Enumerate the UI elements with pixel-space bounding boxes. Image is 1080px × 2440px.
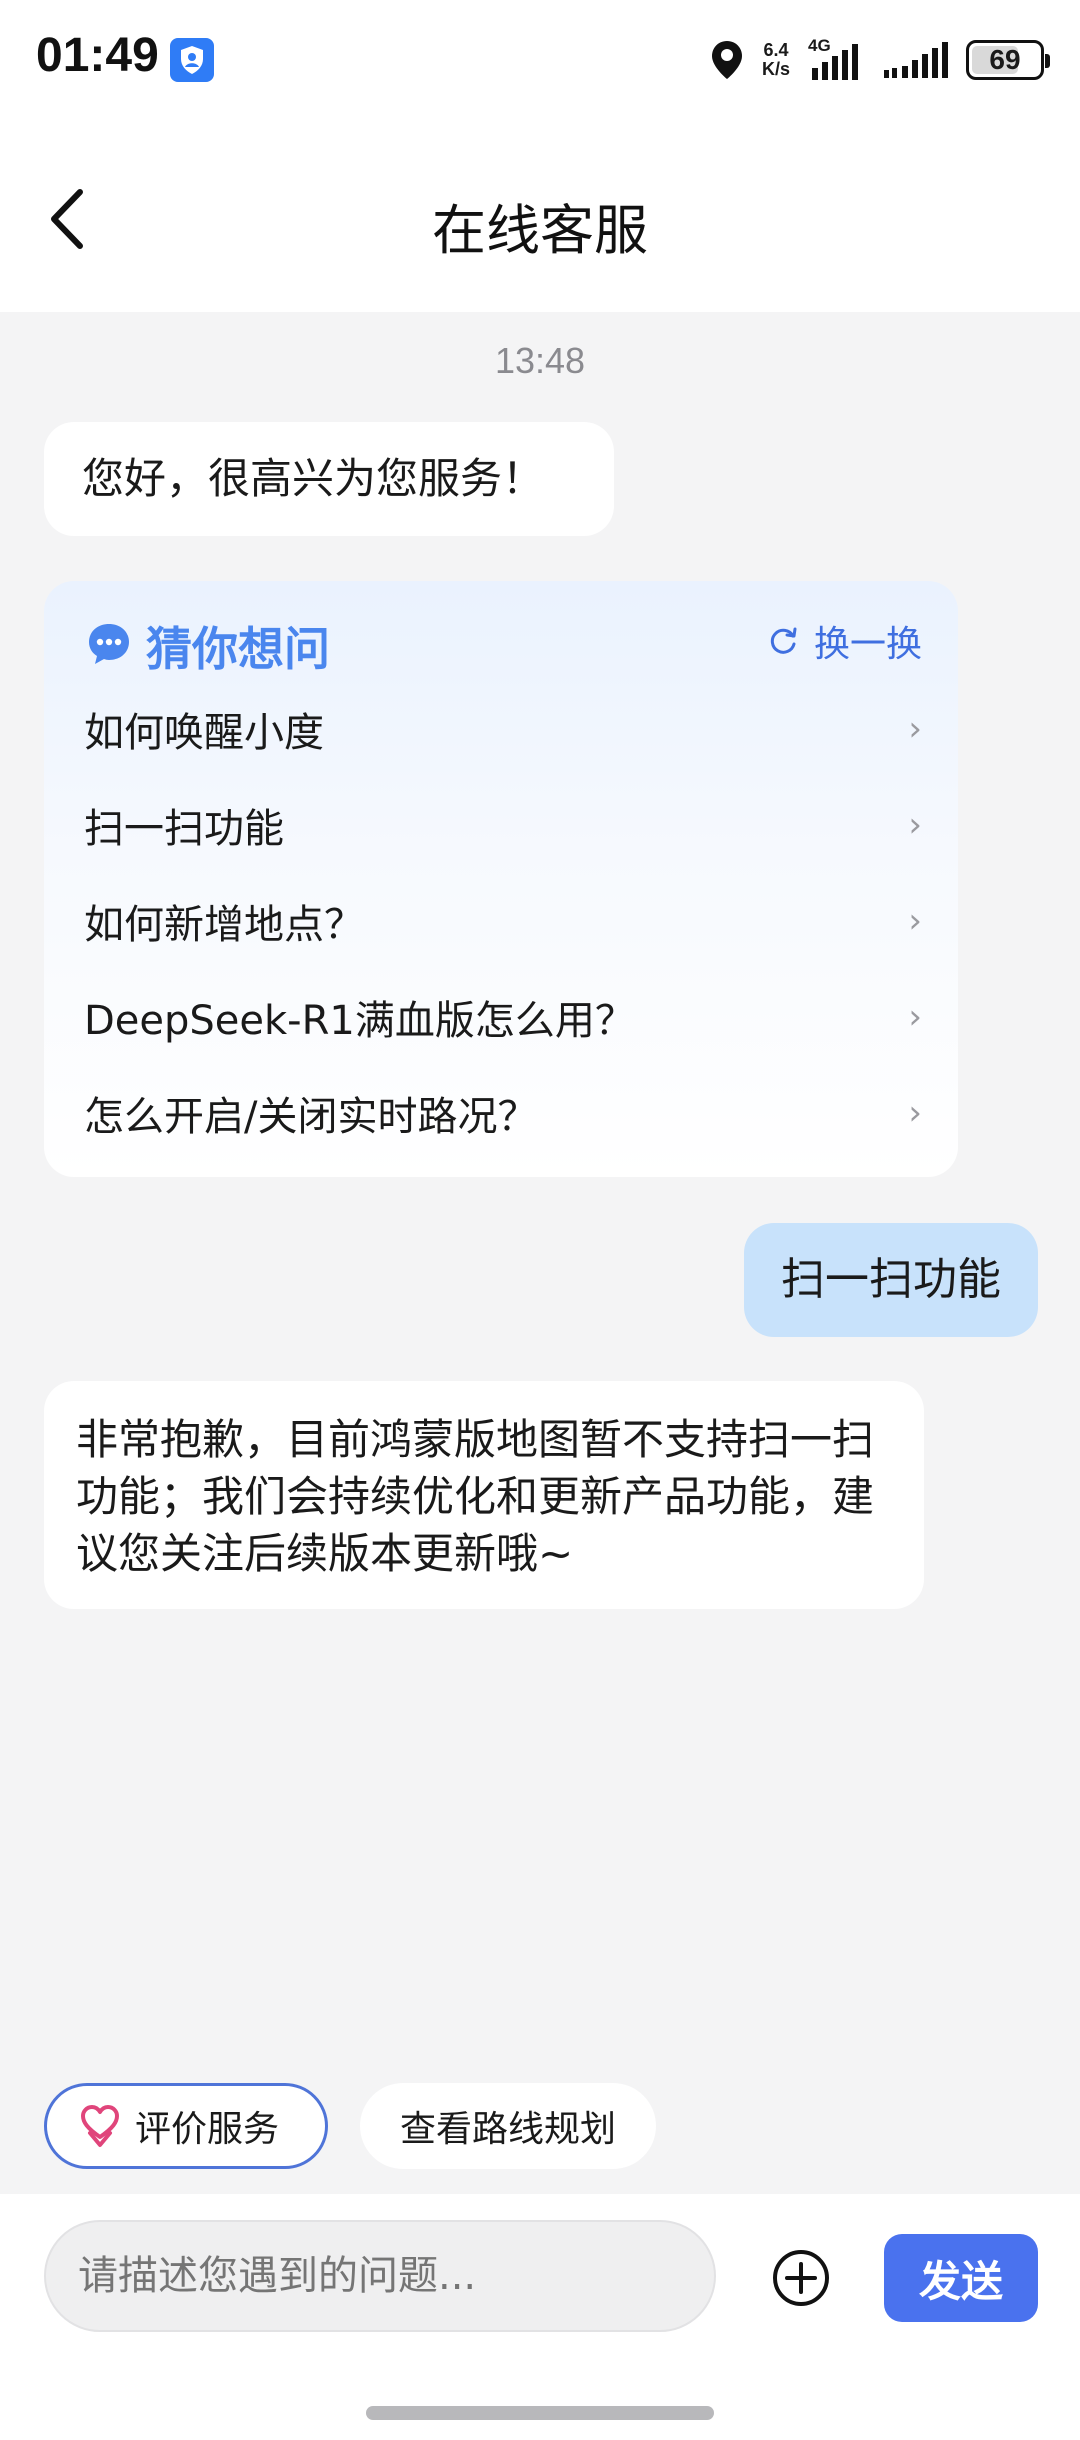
rate-service-label: 评价服务 [135, 2109, 280, 2150]
agent-greeting-bubble: 您好，很高兴为您服务！ [44, 422, 614, 536]
agent-reply-bubble: 非常抱歉，目前鸿蒙版地图暂不支持扫一扫功能；我们会持续优化和更新产品功能，建议您… [44, 1381, 924, 1609]
suggestion-item-label: 如何唤醒小度 [84, 710, 324, 756]
user-message-bubble: 扫一扫功能 [744, 1223, 1038, 1337]
refresh-icon [770, 627, 797, 654]
suggestion-item-label: 怎么开启/关闭实时路况？ [84, 1094, 538, 1140]
page-title: 在线客服 [432, 199, 648, 262]
battery-percent: 69 [989, 44, 1021, 75]
suggestion-item[interactable]: 如何新增地点？ › [84, 873, 922, 969]
signal-bars-sim2-icon [884, 42, 948, 78]
suggestion-item[interactable]: DeepSeek-R1满血版怎么用？ › [84, 969, 922, 1065]
chevron-right-icon: › [908, 1093, 922, 1133]
suggestion-item-label: DeepSeek-R1满血版怎么用？ [84, 998, 635, 1044]
chevron-right-icon: › [908, 709, 922, 749]
mobile-signal-4g: 4G [808, 36, 864, 82]
chevron-right-icon: › [908, 997, 922, 1037]
chevron-right-icon: › [908, 901, 922, 941]
rate-service-button[interactable]: 评价服务 [44, 2083, 328, 2169]
suggestion-card: 猜你想问 换一换 如何唤醒小度 › 扫一扫功能 › 如何新增地点？ › Deep… [44, 581, 958, 1177]
rating-heart-icon [81, 2105, 119, 2147]
suggestion-item-label: 扫一扫功能 [84, 806, 284, 852]
suggestion-item[interactable]: 如何唤醒小度 › [84, 681, 922, 777]
send-button[interactable]: 发送 [884, 2234, 1038, 2322]
network-speed: 6.4 K/s [762, 41, 790, 79]
security-shield-icon [170, 38, 214, 82]
chevron-right-icon: › [908, 805, 922, 845]
suggestion-title: 猜你想问 [146, 622, 330, 676]
status-time: 01:49 [36, 29, 159, 82]
home-indicator[interactable] [366, 2406, 714, 2420]
battery-icon: 69 [966, 40, 1050, 80]
message-input[interactable] [44, 2220, 716, 2332]
network-speed-unit: K/s [761, 59, 790, 79]
chat-bubble-icon [89, 624, 129, 664]
plus-circle-icon [773, 2250, 829, 2306]
location-icon [711, 41, 742, 79]
suggestion-item[interactable]: 怎么开启/关闭实时路况？ › [84, 1065, 922, 1161]
status-indicators: 6.4 K/s 4G 69 [710, 36, 1050, 84]
refresh-suggestions-button[interactable]: 换一换 [766, 615, 922, 667]
input-bar: 发送 [0, 2194, 1080, 2440]
view-route-label: 查看路线规划 [399, 2109, 616, 2150]
refresh-label: 换一换 [813, 624, 922, 665]
suggestion-item-label: 如何新增地点？ [84, 902, 364, 948]
network-speed-value: 6.4 [763, 40, 789, 60]
suggestion-item[interactable]: 扫一扫功能 › [84, 777, 922, 873]
status-bar: 01:49 6.4 K/s 4G 69 [0, 0, 1080, 120]
message-timestamp: 13:48 [494, 340, 586, 381]
signal-bars-icon [812, 44, 858, 80]
app-header: 在线客服 [0, 120, 1080, 312]
attach-plus-button[interactable] [770, 2247, 832, 2309]
view-route-button[interactable]: 查看路线规划 [360, 2083, 656, 2169]
